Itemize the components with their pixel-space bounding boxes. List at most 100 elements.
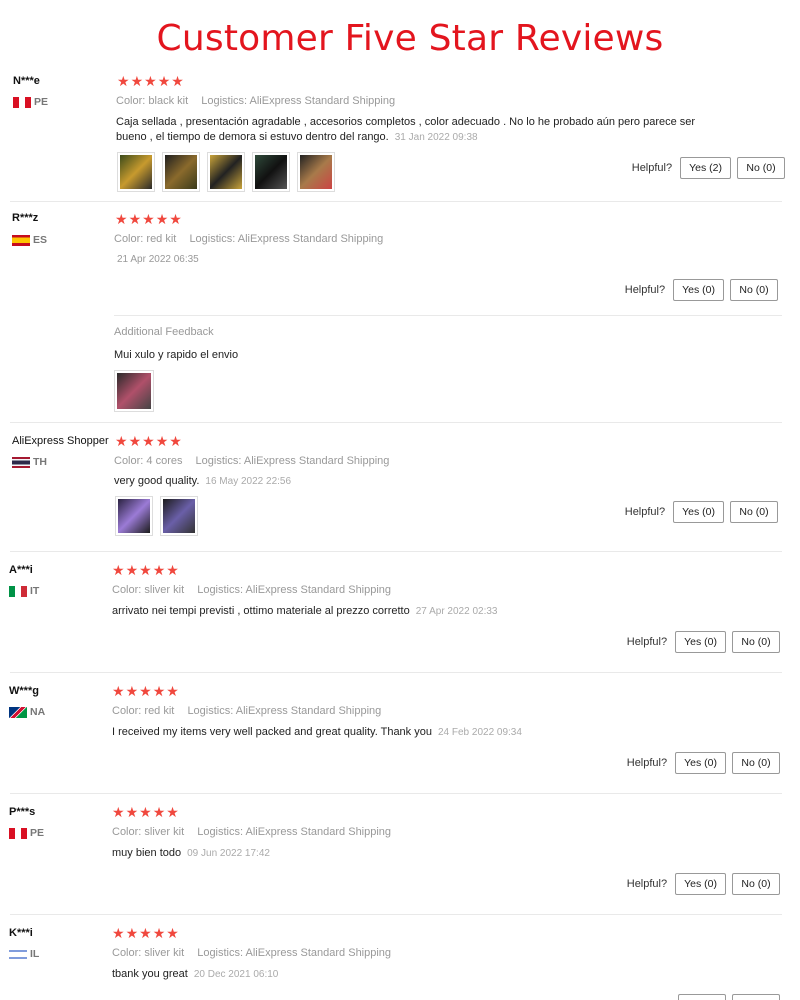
- star-icon: ★: [125, 926, 139, 942]
- star-rating: ★ ★ ★ ★ ★: [112, 927, 179, 941]
- review-photo[interactable]: [207, 152, 245, 192]
- review-meta: Color: sliver kit Logistics: AliExpress …: [112, 947, 392, 959]
- review-item: N***e PE ★ ★ ★ ★ ★ Color: black kit Logistic…: [0, 66, 800, 202]
- star-icon: ★: [112, 926, 125, 942]
- star-icon: ★: [152, 805, 166, 821]
- review-item: R***z ES ★ ★ ★ ★ ★ Color: red kit Logistics:…: [0, 202, 800, 423]
- review-meta: Color: red kit Logistics: AliExpress Sta…: [114, 233, 384, 245]
- review-photo[interactable]: [115, 496, 153, 536]
- review-meta: Color: red kit Logistics: AliExpress Sta…: [112, 705, 382, 717]
- review-text: very good quality. 16 May 2022 22:56: [114, 475, 292, 487]
- helpful-no-button[interactable]: No (0): [730, 279, 778, 301]
- helpful-no-button[interactable]: No (0): [732, 631, 780, 653]
- flag-pe-icon: [9, 827, 27, 839]
- review-date: 27 Apr 2022 02:33: [415, 606, 498, 617]
- star-icon: ★: [155, 212, 169, 228]
- flag-es-icon: [12, 234, 30, 246]
- helpful-controls: Helpful? Yes (0) No (0): [627, 873, 780, 895]
- flag-th-icon: [12, 456, 30, 468]
- star-icon: ★: [112, 563, 125, 579]
- review-item: K***i IL ★ ★ ★ ★ ★ Color: sliver kit Logisti…: [0, 915, 800, 1000]
- star-rating: ★ ★ ★ ★ ★: [112, 806, 179, 820]
- reviewer-name: N***e: [13, 75, 40, 87]
- review-text: Caja sellada , presentación agradable , …: [116, 116, 696, 143]
- additional-feedback: Additional Feedback Mui xulo y rapido el…: [114, 315, 782, 423]
- review-photo[interactable]: [162, 152, 200, 192]
- star-icon: ★: [128, 434, 142, 450]
- review-meta: Color: 4 cores Logistics: AliExpress Sta…: [114, 455, 390, 467]
- flag-na-icon: [9, 706, 27, 718]
- reviewer-country: NA: [9, 706, 45, 718]
- star-icon: ★: [139, 684, 152, 700]
- reviewer-name: A***i: [9, 564, 33, 576]
- star-icon: ★: [157, 74, 171, 90]
- star-rating: ★ ★ ★ ★ ★: [117, 75, 184, 89]
- review-item: AliExpress Shopper TH ★ ★ ★ ★ ★ Color: 4 cor…: [0, 423, 800, 552]
- logistics-value: AliExpress Standard Shipping: [245, 947, 392, 959]
- logistics-value: AliExpress Standard Shipping: [245, 826, 392, 838]
- star-icon: ★: [139, 805, 152, 821]
- reviewer-name: W***g: [9, 685, 39, 697]
- review-date: 31 Jan 2022 09:38: [394, 132, 478, 143]
- star-icon: ★: [128, 212, 142, 228]
- star-rating: ★ ★ ★ ★ ★: [112, 685, 179, 699]
- color-value: sliver kit: [144, 584, 185, 596]
- star-icon: ★: [152, 684, 166, 700]
- star-icon: ★: [152, 563, 166, 579]
- helpful-yes-button[interactable]: Yes (0): [675, 873, 726, 895]
- reviewer-country: ES: [12, 234, 47, 246]
- helpful-no-button[interactable]: No (0): [732, 873, 780, 895]
- review-text: tbank you great 20 Dec 2021 06:10: [112, 968, 279, 980]
- helpful-yes-button[interactable]: Yes (0): [675, 752, 726, 774]
- review-date: 09 Jun 2022 17:42: [187, 848, 270, 859]
- helpful-yes-button[interactable]: Yes (2): [680, 157, 731, 179]
- star-icon: ★: [130, 74, 144, 90]
- review-photo[interactable]: [297, 152, 335, 192]
- review-meta: Color: black kit Logistics: AliExpress S…: [116, 95, 396, 107]
- helpful-yes-button[interactable]: Yes (0): [673, 279, 724, 301]
- helpful-yes-button[interactable]: Yes (0): [673, 501, 724, 523]
- review-photo[interactable]: [160, 496, 198, 536]
- review-item: W***g NA ★ ★ ★ ★ ★ Color: red kit Logistics:…: [0, 673, 800, 794]
- reviewer-country: TH: [12, 456, 47, 468]
- star-icon: ★: [117, 74, 130, 90]
- helpful-no-button[interactable]: No (0): [732, 752, 780, 774]
- star-rating: ★ ★ ★ ★ ★: [112, 564, 179, 578]
- review-date: 24 Feb 2022 09:34: [437, 727, 522, 738]
- flag-pe-icon: [13, 96, 31, 108]
- review-photos: [114, 370, 154, 412]
- helpful-no-button[interactable]: [732, 994, 780, 1000]
- color-value: sliver kit: [144, 826, 185, 838]
- helpful-no-button[interactable]: No (0): [737, 157, 785, 179]
- reviewer-name: P***s: [9, 806, 36, 818]
- star-icon: ★: [166, 926, 179, 942]
- star-icon: ★: [115, 434, 128, 450]
- review-photos: [117, 152, 335, 192]
- star-rating: ★ ★ ★ ★ ★: [115, 435, 182, 449]
- review-meta: Color: sliver kit Logistics: AliExpress …: [112, 826, 392, 838]
- star-icon: ★: [152, 926, 166, 942]
- review-meta: Color: sliver kit Logistics: AliExpress …: [112, 584, 392, 596]
- reviewer-name: K***i: [9, 927, 33, 939]
- review-photo[interactable]: [114, 370, 154, 412]
- logistics-value: AliExpress Standard Shipping: [237, 233, 384, 245]
- additional-feedback-text: Mui xulo y rapido el envio: [114, 349, 239, 361]
- star-icon: ★: [171, 74, 184, 90]
- star-icon: ★: [125, 563, 139, 579]
- flag-it-icon: [9, 585, 27, 597]
- helpful-yes-button[interactable]: [678, 994, 726, 1000]
- additional-feedback-title: Additional Feedback: [114, 326, 214, 338]
- review-photo[interactable]: [117, 152, 155, 192]
- helpful-yes-button[interactable]: Yes (0): [675, 631, 726, 653]
- review-text: muy bien todo 09 Jun 2022 17:42: [112, 847, 270, 859]
- review-photo[interactable]: [252, 152, 290, 192]
- helpful-no-button[interactable]: No (0): [730, 501, 778, 523]
- reviewer-country: PE: [13, 96, 48, 108]
- star-icon: ★: [166, 563, 179, 579]
- star-icon: ★: [169, 434, 182, 450]
- flag-il-icon: [9, 948, 27, 960]
- star-icon: ★: [115, 212, 128, 228]
- star-icon: ★: [139, 563, 152, 579]
- star-icon: ★: [142, 434, 155, 450]
- reviewer-country: IL: [9, 948, 39, 960]
